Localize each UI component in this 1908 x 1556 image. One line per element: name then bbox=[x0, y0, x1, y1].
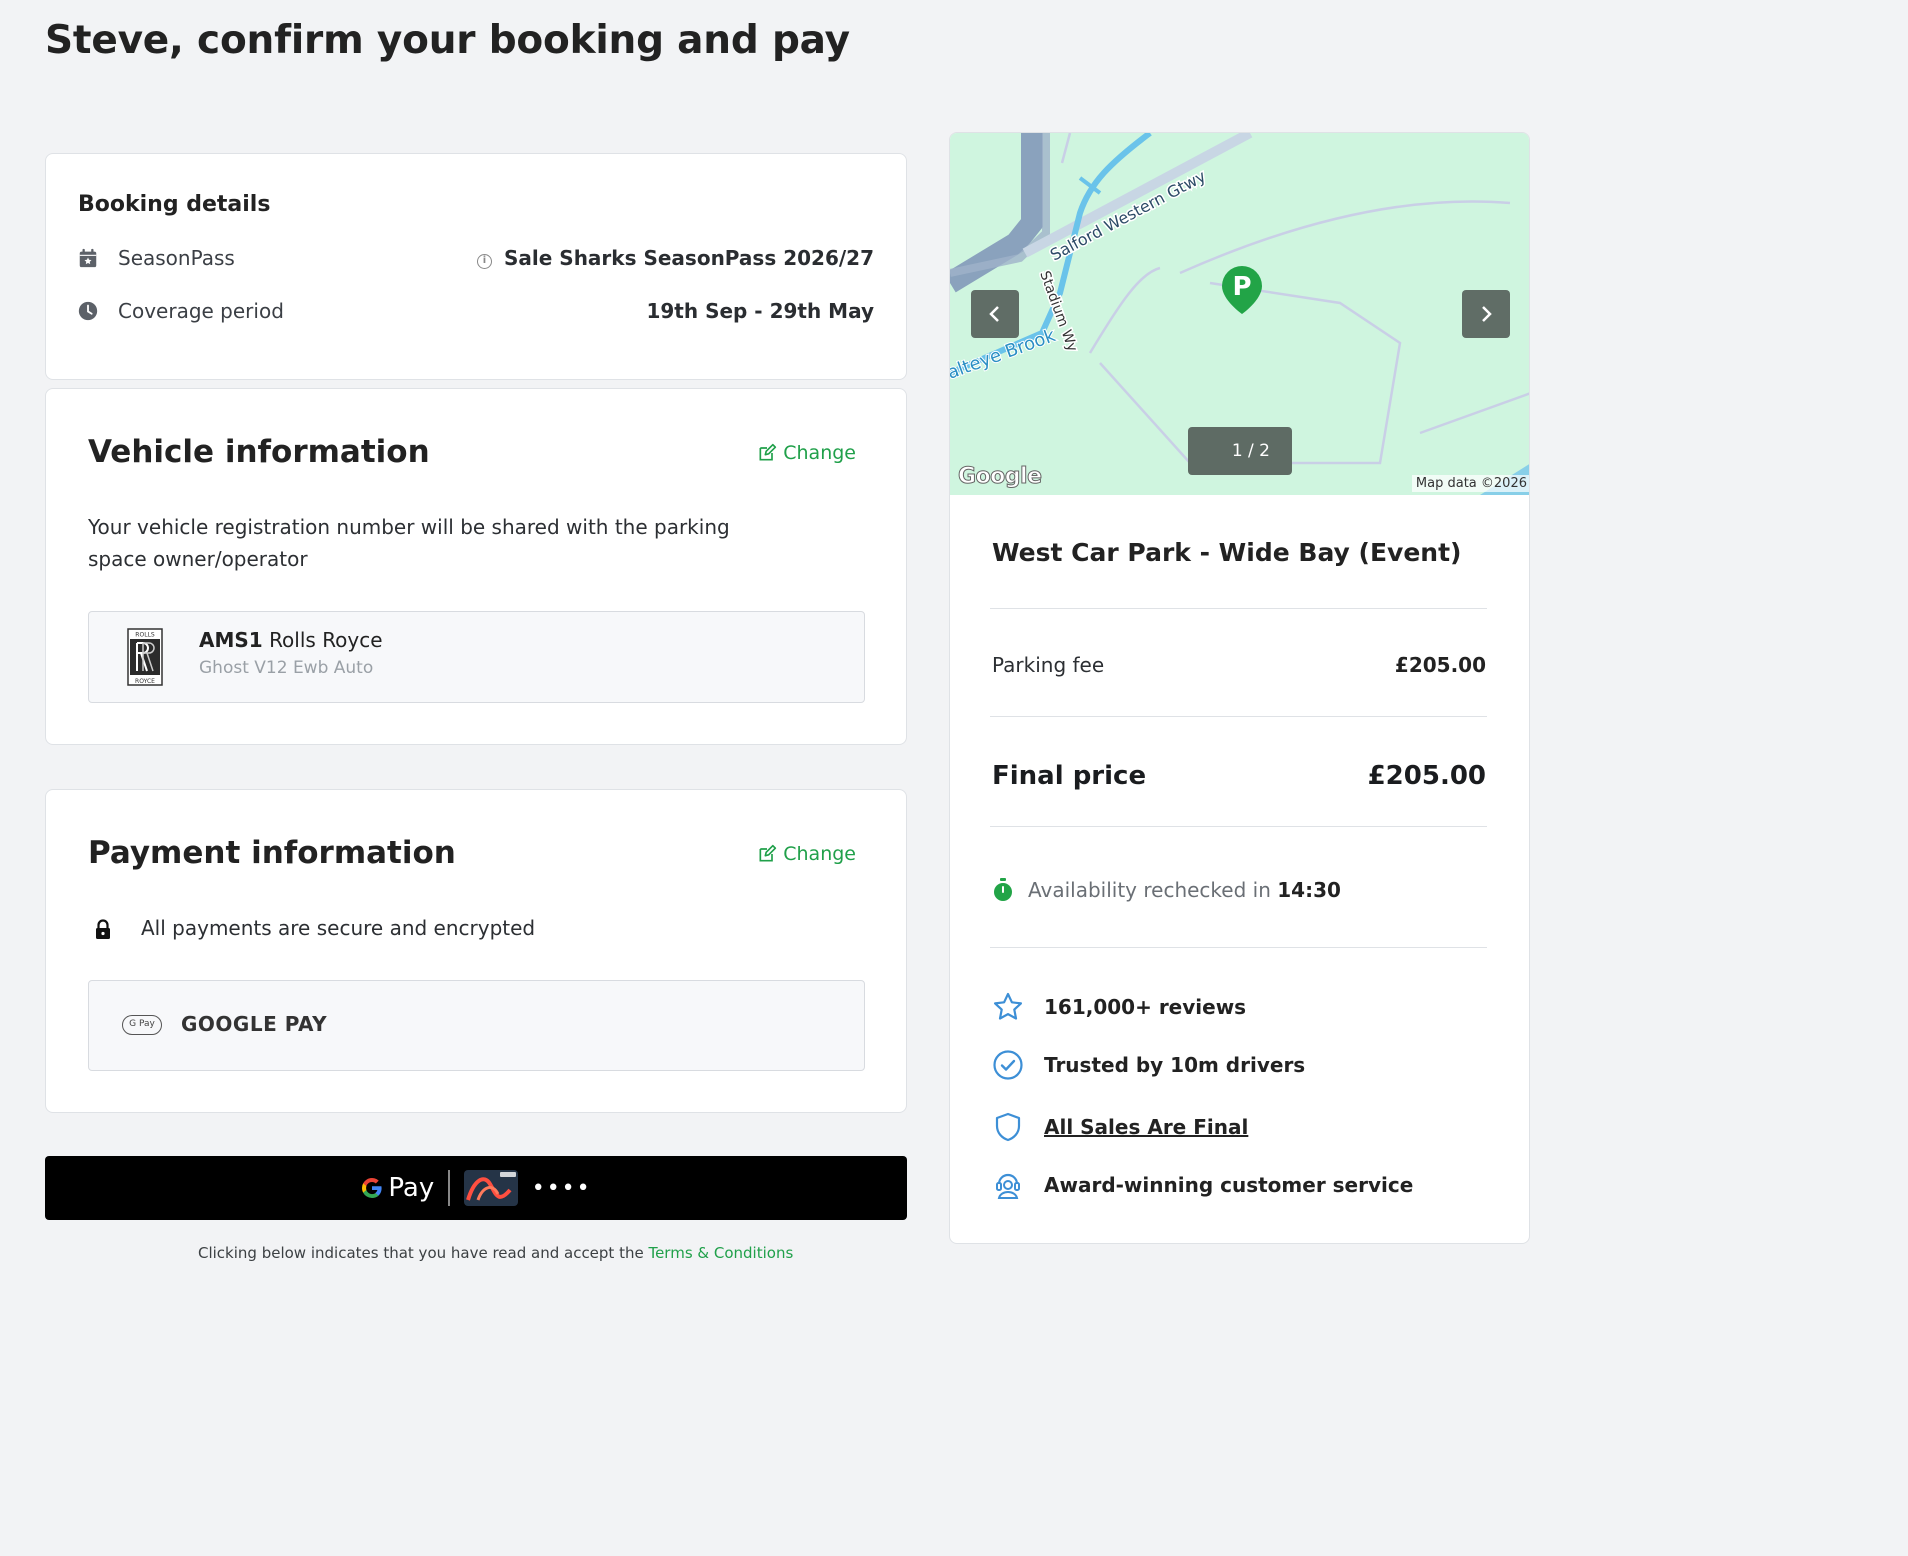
parking-pin-icon: P bbox=[1222, 266, 1262, 314]
info-icon[interactable]: i bbox=[477, 254, 492, 269]
google-pay-icon: G Pay bbox=[122, 1015, 162, 1035]
trust-item-drivers: Trusted by 10m drivers bbox=[992, 1049, 1305, 1081]
stopwatch-icon bbox=[994, 878, 1012, 901]
final-price-label: Final price bbox=[992, 761, 1147, 791]
booking-details-heading: Booking details bbox=[78, 192, 271, 217]
map-image-counter: 1 / 2 bbox=[1188, 427, 1292, 475]
page-title: Steve, confirm your booking and pay bbox=[45, 18, 850, 63]
coverage-label: Coverage period bbox=[118, 299, 284, 323]
payment-heading: Payment information bbox=[88, 835, 456, 871]
lock-icon bbox=[96, 919, 110, 939]
customer-service-icon bbox=[996, 1173, 1020, 1199]
product-label: SeasonPass bbox=[118, 246, 235, 270]
clock-icon bbox=[78, 301, 98, 321]
map-street-label-1: Salford Western Gtwy bbox=[1047, 166, 1209, 264]
google-pay-brand: Pay bbox=[360, 1173, 434, 1203]
star-icon bbox=[994, 992, 1022, 1020]
google-pay-button[interactable]: Pay •••• bbox=[45, 1156, 907, 1220]
availability-notice: Availability rechecked in 14:30 bbox=[992, 878, 1341, 902]
sales-final-link[interactable]: All Sales Are Final bbox=[1044, 1115, 1248, 1139]
divider bbox=[990, 826, 1487, 827]
secure-payment-text: All payments are secure and encrypted bbox=[141, 916, 536, 940]
svg-text:ROYCE: ROYCE bbox=[135, 678, 155, 685]
divider bbox=[990, 608, 1487, 609]
edit-icon bbox=[759, 443, 777, 461]
divider bbox=[990, 947, 1487, 948]
card-thumbnail-icon bbox=[463, 1170, 518, 1206]
change-payment-link[interactable]: Change bbox=[757, 843, 856, 865]
trust-item-reviews: 161,000+ reviews bbox=[992, 991, 1246, 1023]
vehicle-model: Ghost V12 Ewb Auto bbox=[199, 658, 374, 678]
vehicle-title: AMS1 Rolls Royce bbox=[199, 628, 383, 652]
check-circle-icon bbox=[993, 1050, 1023, 1080]
vehicle-heading: Vehicle information bbox=[88, 434, 430, 470]
shield-icon bbox=[995, 1112, 1021, 1142]
svg-text:ROLLS: ROLLS bbox=[135, 632, 155, 639]
rolls-royce-logo-icon: ROLLS ROYCE bbox=[127, 628, 163, 686]
payment-method-item[interactable]: G Pay GOOGLE PAY bbox=[88, 980, 865, 1071]
coverage-value: 19th Sep - 29th May bbox=[646, 299, 874, 323]
map-view[interactable]: Salford Western Gtwy Stadium Wy alteye B… bbox=[950, 133, 1529, 495]
svg-text:P: P bbox=[1232, 272, 1251, 302]
parking-fee-label: Parking fee bbox=[992, 653, 1105, 677]
terms-link[interactable]: Terms & Conditions bbox=[648, 1244, 793, 1262]
map-next-button[interactable] bbox=[1462, 290, 1510, 338]
booking-details-card: Booking details SeasonPass i Sale Sharks … bbox=[45, 153, 907, 380]
google-g-icon bbox=[362, 1178, 382, 1198]
product-value: i Sale Sharks SeasonPass 2026/27 bbox=[477, 246, 874, 270]
listing-summary-card: Salford Western Gtwy Stadium Wy alteye B… bbox=[949, 132, 1530, 1244]
map-prev-button[interactable] bbox=[971, 290, 1019, 338]
parking-fee-value: £205.00 bbox=[1394, 653, 1486, 677]
edit-icon bbox=[759, 844, 777, 862]
trust-item-service: Award-winning customer service bbox=[992, 1169, 1413, 1201]
map-attribution[interactable]: Map data ©2026 bbox=[1411, 475, 1529, 492]
payment-information-card: Payment information Change All payments … bbox=[45, 789, 907, 1113]
calendar-icon bbox=[79, 248, 97, 268]
vehicle-item[interactable]: ROLLS ROYCE AMS1 Rolls Royce Ghost V12 E… bbox=[88, 611, 865, 703]
chevron-left-icon bbox=[989, 306, 999, 322]
final-price-value: £205.00 bbox=[1367, 761, 1486, 791]
button-divider bbox=[448, 1170, 450, 1206]
trust-item-sales-final[interactable]: All Sales Are Final bbox=[992, 1111, 1248, 1143]
google-logo: Google bbox=[958, 464, 1043, 490]
vehicle-information-card: Vehicle information Change Your vehicle … bbox=[45, 388, 907, 745]
vehicle-notice: Your vehicle registration number will be… bbox=[88, 515, 730, 571]
divider bbox=[990, 716, 1487, 717]
change-vehicle-link[interactable]: Change bbox=[757, 442, 856, 464]
card-number-mask: •••• bbox=[531, 1175, 592, 1201]
terms-notice: Clicking below indicates that you have r… bbox=[198, 1244, 794, 1262]
listing-name: West Car Park - Wide Bay (Event) bbox=[992, 538, 1462, 567]
chevron-right-icon bbox=[1482, 306, 1492, 322]
payment-method-label: GOOGLE PAY bbox=[181, 1012, 328, 1036]
